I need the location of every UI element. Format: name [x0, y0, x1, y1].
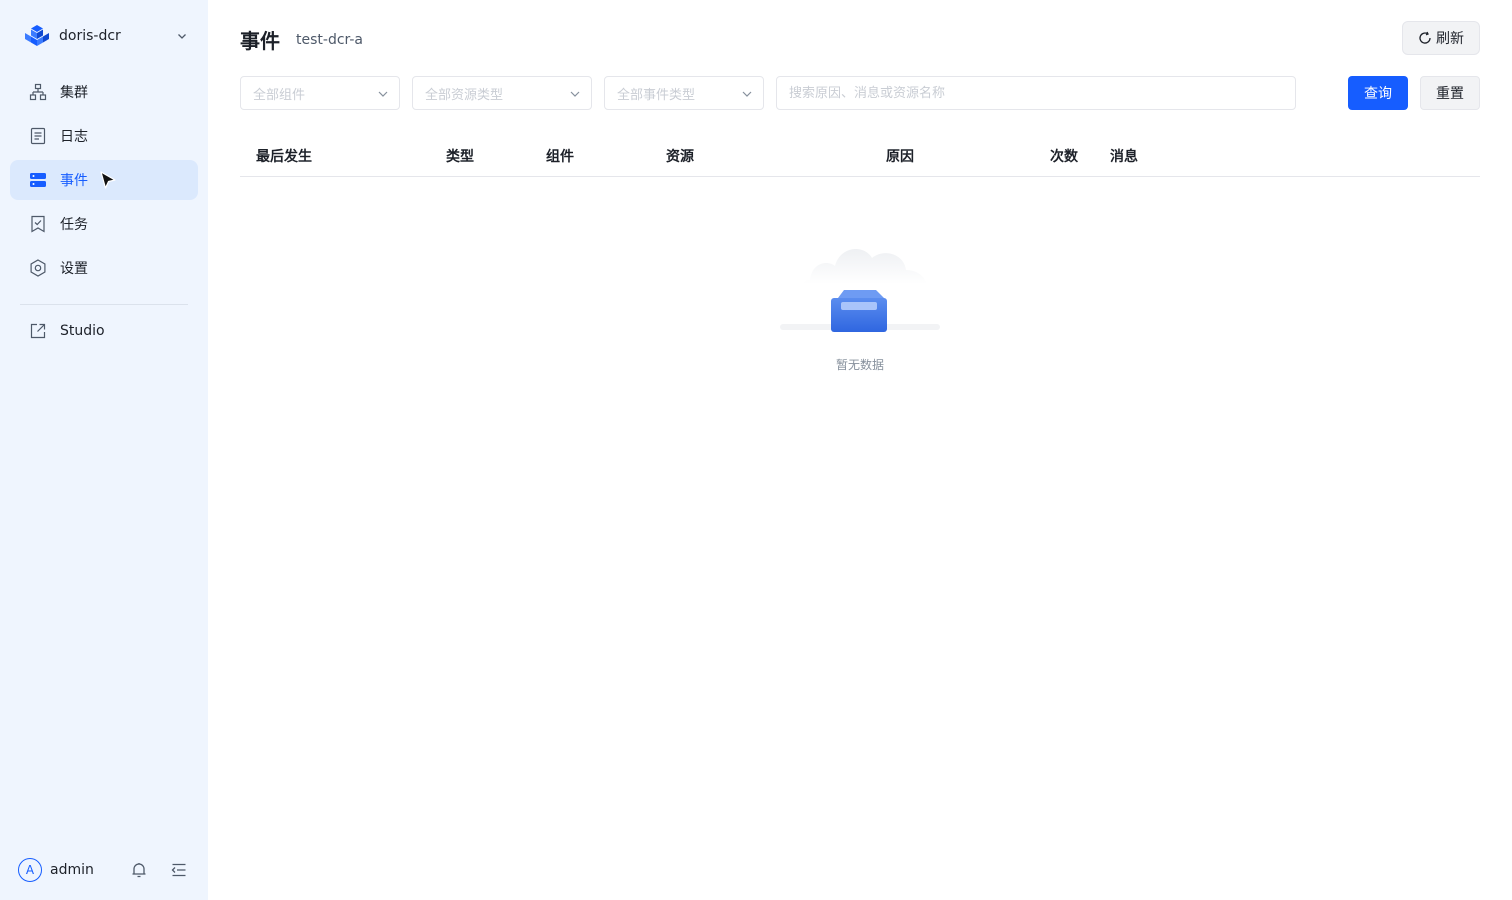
studio-link[interactable]: Studio [10, 311, 198, 351]
avatar[interactable]: A [18, 858, 42, 882]
resource-type-select[interactable]: 全部资源类型 [412, 76, 592, 110]
bell-icon[interactable] [130, 861, 148, 879]
query-button[interactable]: 查询 [1348, 76, 1408, 110]
sidebar-item-label: 日志 [60, 129, 88, 145]
username: admin [50, 862, 94, 878]
cluster-name: doris-dcr [59, 28, 121, 44]
chevron-down-icon [178, 34, 186, 39]
table-header: 最后发生 类型 组件 资源 原因 次数 消息 [240, 134, 1480, 177]
column-header-reason: 原因 [886, 149, 914, 165]
cluster-switcher[interactable]: doris-dcr [24, 24, 192, 48]
sidebar-divider [20, 304, 188, 305]
external-link-icon [28, 321, 48, 341]
sidebar-item-event[interactable]: 事件 [10, 160, 198, 200]
sidebar-item-label: 集群 [60, 85, 88, 101]
column-header-component: 组件 [546, 149, 574, 165]
collapse-menu-icon[interactable] [170, 861, 188, 879]
gear-icon [28, 258, 48, 278]
empty-box-icon [780, 248, 940, 332]
refresh-label: 刷新 [1436, 31, 1464, 47]
chevron-down-icon [378, 91, 388, 97]
empty-state: 暂无数据 [770, 240, 950, 380]
refresh-icon [1419, 31, 1431, 44]
column-header-message: 消息 [1110, 149, 1138, 165]
chevron-down-icon [570, 91, 580, 97]
search-input[interactable] [776, 76, 1296, 110]
cluster-icon [28, 82, 48, 102]
event-type-select[interactable]: 全部事件类型 [604, 76, 764, 110]
mouse-cursor-icon [100, 171, 116, 189]
sidebar-item-task[interactable]: 任务 [10, 204, 198, 244]
component-select-placeholder: 全部组件 [253, 87, 306, 103]
sidebar-item-label: 任务 [60, 217, 88, 233]
doris-logo-icon [25, 25, 49, 46]
refresh-button[interactable]: 刷新 [1402, 21, 1480, 55]
sidebar: doris-dcr 集群 日志 事件 任务 设置 Studio A admin [0, 0, 208, 900]
component-select[interactable]: 全部组件 [240, 76, 400, 110]
column-header-resource: 资源 [666, 149, 694, 165]
user-footer: A admin [18, 858, 194, 882]
page-title: 事件 [240, 29, 280, 53]
sidebar-item-log[interactable]: 日志 [10, 116, 198, 156]
event-type-select-placeholder: 全部事件类型 [617, 87, 696, 103]
sidebar-item-cluster[interactable]: 集群 [10, 72, 198, 112]
resource-type-select-placeholder: 全部资源类型 [425, 87, 504, 103]
column-header-type: 类型 [446, 149, 474, 165]
sidebar-item-settings[interactable]: 设置 [10, 248, 198, 288]
studio-label: Studio [60, 323, 105, 339]
chevron-down-icon [742, 91, 752, 97]
cluster-subtitle: test-dcr-a [296, 32, 364, 48]
sidebar-nav: 集群 日志 事件 任务 设置 [10, 72, 198, 292]
log-icon [28, 126, 48, 146]
sidebar-item-label: 事件 [60, 173, 88, 189]
reset-button[interactable]: 重置 [1420, 76, 1480, 110]
column-header-last-seen: 最后发生 [256, 149, 312, 165]
sidebar-item-label: 设置 [60, 261, 88, 277]
column-header-count: 次数 [1050, 149, 1078, 165]
empty-text: 暂无数据 [835, 358, 884, 372]
event-icon [28, 170, 48, 190]
task-icon [28, 214, 48, 234]
